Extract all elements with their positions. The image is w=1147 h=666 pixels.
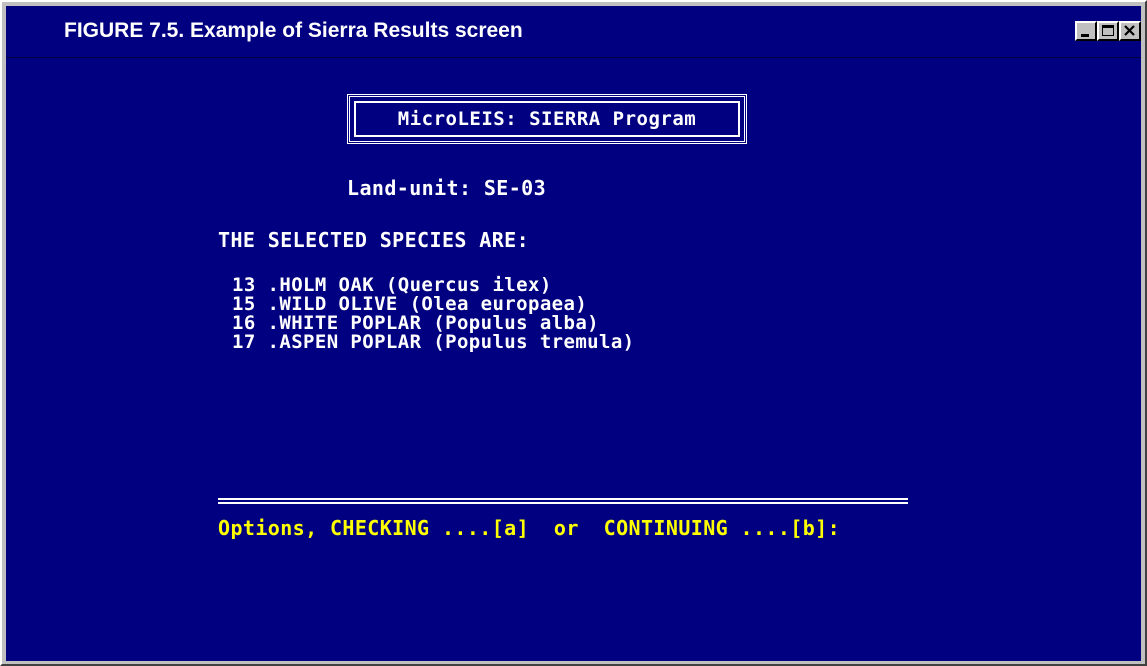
close-button[interactable] (1119, 21, 1141, 41)
land-unit-label: Land-unit: SE-03 (347, 176, 547, 200)
banner-title: MicroLEIS: SIERRA Program (397, 108, 697, 130)
species-item: 17 .ASPEN POPLAR (Populus tremula) (232, 331, 635, 353)
minimize-icon (1081, 34, 1089, 37)
maximize-button[interactable] (1097, 21, 1119, 41)
title-bar[interactable]: FIGURE 7.5. Example of Sierra Results sc… (6, 6, 1141, 57)
window-frame: FIGURE 7.5. Example of Sierra Results sc… (0, 0, 1147, 666)
double-divider (218, 498, 908, 504)
program-banner: MicroLEIS: SIERRA Program (347, 94, 747, 144)
minimize-button[interactable] (1075, 21, 1097, 41)
species-list: 13 .HOLM OAK (Quercus ilex) 15 .WILD OLI… (232, 276, 635, 352)
window-title: FIGURE 7.5. Example of Sierra Results sc… (64, 19, 523, 42)
selected-species-heading: THE SELECTED SPECIES ARE: (218, 228, 530, 252)
dos-screen: MicroLEIS: SIERRA Program Land-unit: SE-… (6, 57, 1141, 661)
maximize-icon (1102, 25, 1114, 36)
options-prompt[interactable]: Options, CHECKING ....[a] or CONTINUING … (218, 516, 840, 540)
close-icon (1124, 25, 1135, 36)
